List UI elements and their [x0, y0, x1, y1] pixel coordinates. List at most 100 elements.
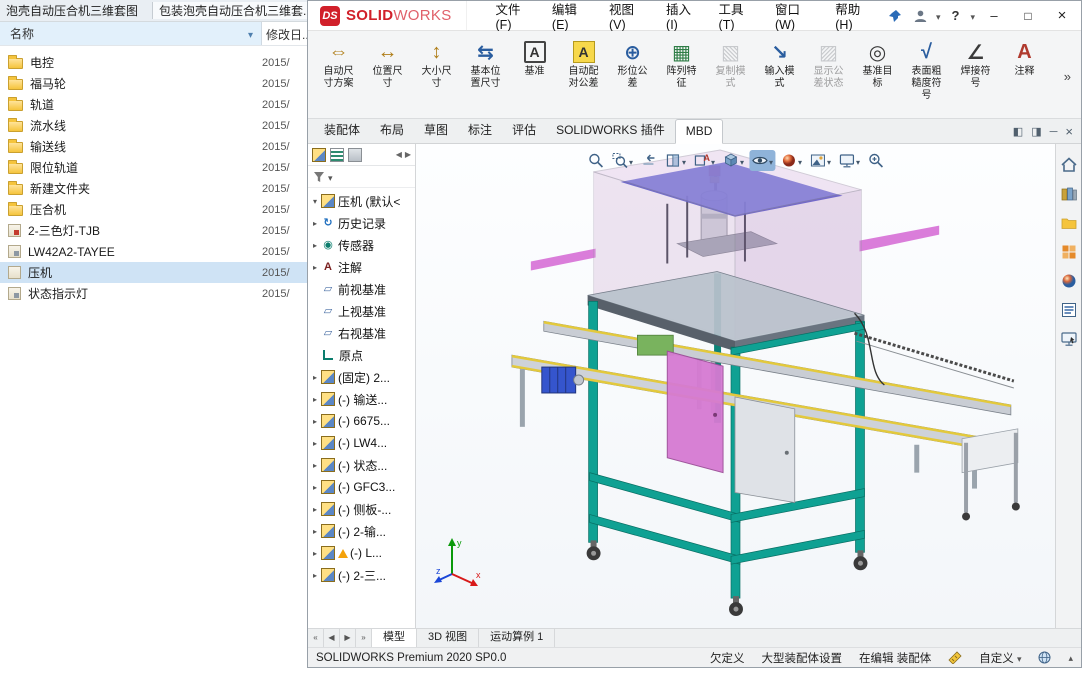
- configurationmanager-tab-icon[interactable]: [348, 147, 362, 162]
- expand-arrow-icon[interactable]: ▸: [310, 219, 320, 228]
- scroll-left-icon[interactable]: [396, 150, 402, 159]
- tree-item-component[interactable]: ▸ (-) 状态...: [308, 454, 415, 476]
- tab-model[interactable]: 模型: [372, 629, 417, 647]
- measure-icon[interactable]: [948, 651, 962, 664]
- tree-item-history[interactable]: ▸历史记录: [308, 212, 415, 234]
- file-row[interactable]: 福马轮 2015/: [0, 73, 307, 94]
- filter-caret-icon[interactable]: [328, 170, 333, 184]
- headsup-zoom-area[interactable]: [609, 150, 635, 171]
- tree-item-component[interactable]: ▸ (-) LW4...: [308, 432, 415, 454]
- nav-first-icon[interactable]: [308, 629, 324, 647]
- pane-minimize-icon[interactable]: [1050, 126, 1058, 138]
- tree-item-origin[interactable]: 原点: [308, 344, 415, 366]
- expand-arrow-icon[interactable]: ▸: [310, 483, 320, 492]
- headsup-zoom-fit[interactable]: [585, 150, 606, 171]
- toolbar-geometric-tolerance[interactable]: ⊕ 形位公差: [608, 35, 657, 90]
- headsup-display-style[interactable]: [720, 150, 746, 171]
- expand-arrow-icon[interactable]: ▸: [310, 395, 320, 404]
- graphics-viewport[interactable]: A: [416, 144, 1055, 628]
- toolbar-size-dimension[interactable]: ↕ 大小尺寸: [412, 35, 461, 90]
- tab-motion-study[interactable]: 运动算例 1: [479, 629, 556, 647]
- toolbar-weld-symbol[interactable]: ∠ 焊接符号: [951, 35, 1000, 90]
- pin-menu-icon[interactable]: [884, 5, 906, 27]
- nav-last-icon[interactable]: [356, 629, 372, 647]
- toolbar-datum[interactable]: A 基准: [510, 35, 559, 78]
- file-row[interactable]: 输送线 2015/: [0, 136, 307, 157]
- file-row-selected[interactable]: 压机 2015/: [0, 262, 307, 283]
- nav-prev-icon[interactable]: [324, 629, 340, 647]
- featuremanager-tab-icon[interactable]: [312, 147, 326, 162]
- caret-down-icon[interactable]: [711, 154, 715, 168]
- toolbar-basic-location-dimension[interactable]: ⇆ 基本位置尺寸: [461, 35, 510, 90]
- tab-evaluate[interactable]: 评估: [502, 117, 546, 143]
- tree-item-front-plane[interactable]: 前视基准: [308, 278, 415, 300]
- expand-arrow-icon[interactable]: ▸: [310, 241, 320, 250]
- window-maximize-button[interactable]: [1013, 4, 1043, 28]
- toolbar-surface-finish[interactable]: √ 表面粗糙度符号: [902, 35, 951, 102]
- design-library-icon[interactable]: [1060, 185, 1078, 203]
- explorer-window-title-front[interactable]: 包装泡壳自动压合机三维套...: [152, 2, 307, 19]
- tree-item-root[interactable]: ▾ 压机 (默认<: [308, 190, 415, 212]
- expand-arrow-icon[interactable]: ▸: [310, 505, 320, 514]
- caret-down-icon[interactable]: [769, 154, 773, 168]
- file-row[interactable]: 轨道 2015/: [0, 94, 307, 115]
- toolbar-copy-scheme[interactable]: ▧ 复制模式: [706, 35, 755, 90]
- tree-item-right-plane[interactable]: 右视基准: [308, 322, 415, 344]
- globe-icon[interactable]: [1038, 651, 1051, 664]
- expand-arrow-icon[interactable]: ▾: [310, 197, 320, 206]
- toolbar-tolerance-status[interactable]: ▨ 显示公差状态: [804, 35, 853, 90]
- toolbar-location-dimension[interactable]: ↔ 位置尺寸: [363, 35, 412, 90]
- scroll-right-icon[interactable]: [405, 150, 411, 159]
- tree-item-component[interactable]: ▸ (-) 2-三...: [308, 564, 415, 586]
- help-caret-icon[interactable]: [970, 9, 975, 23]
- view-palette-icon[interactable]: [1060, 243, 1078, 261]
- custom-properties-icon[interactable]: [1060, 301, 1078, 319]
- tree-item-component[interactable]: ▸ (-) 侧板-...: [308, 498, 415, 520]
- window-close-button[interactable]: [1047, 4, 1077, 28]
- file-row[interactable]: 流水线 2015/: [0, 115, 307, 136]
- tree-item-top-plane[interactable]: 上视基准: [308, 300, 415, 322]
- tab-markup[interactable]: 标注: [458, 117, 502, 143]
- expand-arrow-icon[interactable]: ▸: [310, 461, 320, 470]
- caret-down-icon[interactable]: [856, 154, 860, 168]
- tree-item-component[interactable]: ▸ (-) 输送...: [308, 388, 415, 410]
- file-row[interactable]: 压合机 2015/: [0, 199, 307, 220]
- file-row[interactable]: LW42A2-TAYEE 2015/: [0, 241, 307, 262]
- tree-item-component[interactable]: ▸ (-) GFC3...: [308, 476, 415, 498]
- status-units-selector[interactable]: 自定义: [979, 650, 1021, 666]
- file-row[interactable]: 状态指示灯 2015/: [0, 283, 307, 304]
- tree-item-component[interactable]: ▸ (-) 6675...: [308, 410, 415, 432]
- headsup-apply-scene[interactable]: [807, 150, 833, 171]
- solidworks-forum-icon[interactable]: [1060, 330, 1078, 348]
- headsup-hide-show-items[interactable]: [749, 150, 776, 171]
- expand-arrow-icon[interactable]: ▸: [310, 571, 320, 580]
- sort-caret-icon[interactable]: [248, 27, 253, 41]
- tab-assembly[interactable]: 装配体: [314, 117, 370, 143]
- toolbar-pattern-feature[interactable]: ▦ 阵列特征: [657, 35, 706, 90]
- tab-layout[interactable]: 布局: [370, 117, 414, 143]
- expand-arrow-icon[interactable]: ▸: [310, 439, 320, 448]
- window-minimize-button[interactable]: [979, 4, 1009, 28]
- column-header-name[interactable]: 名称: [0, 22, 262, 45]
- tab-mbd[interactable]: MBD: [674, 119, 724, 144]
- toolbar-import-scheme[interactable]: ↘ 输入模式: [755, 35, 804, 90]
- tab-3d-views[interactable]: 3D 视图: [417, 629, 480, 647]
- expand-arrow-icon[interactable]: ▸: [310, 263, 320, 272]
- toolbar-auto-dimension-scheme[interactable]: ⇔ 自动尺寸方案: [314, 35, 363, 90]
- units-caret-icon[interactable]: [1017, 653, 1022, 665]
- caret-down-icon[interactable]: [740, 154, 744, 168]
- expand-arrow-icon[interactable]: ▸: [310, 373, 320, 382]
- column-header-date[interactable]: 修改日...: [262, 22, 307, 45]
- caret-down-icon[interactable]: [682, 154, 686, 168]
- pane-left-icon[interactable]: [1013, 125, 1023, 138]
- tree-item-sensors[interactable]: ▸传感器: [308, 234, 415, 256]
- expand-arrow-icon[interactable]: ▸: [310, 527, 320, 536]
- tree-item-component-warning[interactable]: ▸ (-) L...: [308, 542, 415, 564]
- explorer-window-title-back[interactable]: 泡壳自动压合机三维套图: [0, 2, 152, 19]
- headsup-view-settings[interactable]: [836, 150, 862, 171]
- tab-sketch[interactable]: 草图: [414, 117, 458, 143]
- toolbar-auto-mate-tolerance[interactable]: A 自动配对公差: [559, 35, 608, 90]
- propertymanager-tab-icon[interactable]: [330, 147, 344, 162]
- nav-next-icon[interactable]: [340, 629, 356, 647]
- help-icon[interactable]: [944, 5, 966, 27]
